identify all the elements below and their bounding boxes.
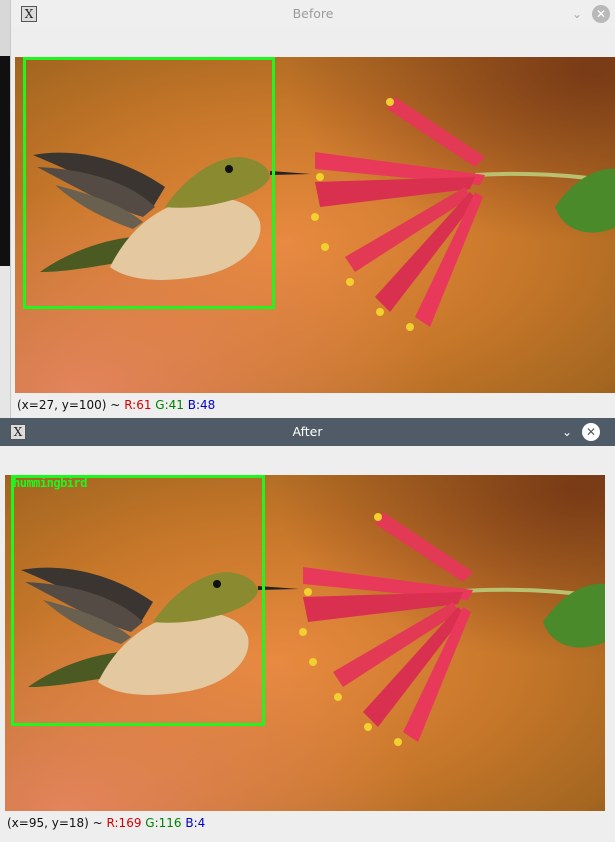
pixel-green: G:116 xyxy=(145,816,182,830)
window-title: After xyxy=(292,424,323,439)
after-window: X After ⌄ ✕ hummingbird (x=95, y=18) ~ R… xyxy=(0,418,615,842)
before-titlebar[interactable]: X Before ⌄ ✕ xyxy=(11,0,615,28)
detection-box xyxy=(11,475,265,726)
cursor-coords: (x=27, y=100) ~ xyxy=(17,398,121,412)
detection-label: hummingbird xyxy=(13,476,87,490)
statusbar: (x=27, y=100) ~ R:61 G:41 B:48 xyxy=(17,395,215,415)
chevron-down-icon[interactable]: ⌄ xyxy=(567,0,587,28)
window-title: Before xyxy=(292,6,334,21)
statusbar: (x=95, y=18) ~ R:169 G:116 B:4 xyxy=(7,813,205,833)
after-titlebar[interactable]: X After ⌄ ✕ xyxy=(0,418,615,446)
chevron-down-icon[interactable]: ⌄ xyxy=(557,418,577,446)
close-icon[interactable]: ✕ xyxy=(582,423,600,441)
close-icon[interactable]: ✕ xyxy=(592,5,610,23)
detection-box xyxy=(23,57,275,309)
pixel-blue: B:4 xyxy=(185,816,206,830)
pixel-green: G:41 xyxy=(155,398,184,412)
before-window: X Before ⌄ ✕ (x=27, y=100) ~ R:61 G:41 B… xyxy=(10,0,615,418)
cursor-coords: (x=95, y=18) ~ xyxy=(7,816,103,830)
pixel-red: R:61 xyxy=(124,398,152,412)
background-window-edge-dark xyxy=(0,56,10,266)
pixel-blue: B:48 xyxy=(187,398,216,412)
pixel-red: R:169 xyxy=(106,816,142,830)
